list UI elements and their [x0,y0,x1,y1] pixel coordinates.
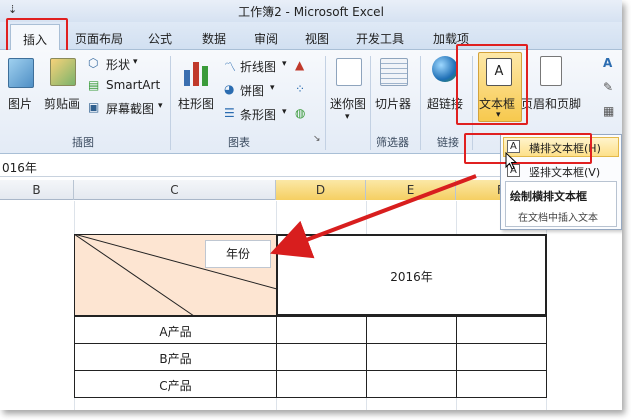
excel-window: ⇣ 工作簿2 - Microsoft Excel 插入 页面布局 公式 数据 审… [0,0,622,410]
annotation-arrow [270,174,477,259]
